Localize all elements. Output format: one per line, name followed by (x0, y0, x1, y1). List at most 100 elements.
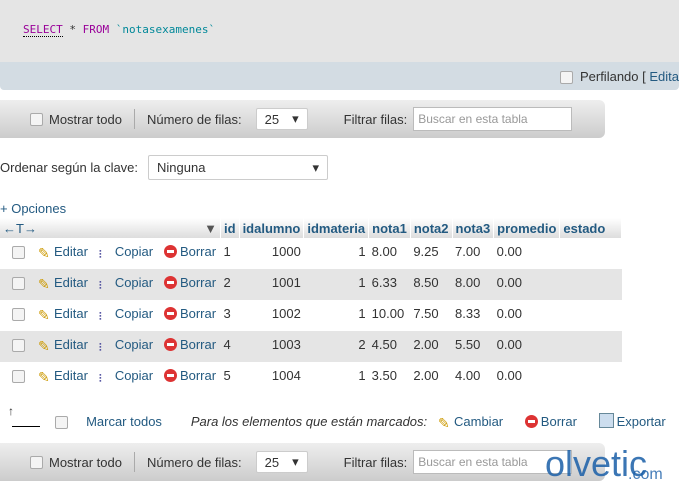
delete-row-button[interactable]: Borrar (180, 275, 216, 290)
table-cell[interactable]: 8.00 (452, 269, 494, 300)
table-cell[interactable]: 0.00 (493, 300, 560, 331)
show-all-checkbox[interactable] (30, 112, 43, 126)
column-header[interactable]: nota1 (368, 218, 411, 238)
sort-dropdown-icon[interactable]: ▼ (204, 221, 217, 236)
table-cell[interactable]: 4 (220, 331, 240, 362)
column-header[interactable]: nota2 (410, 218, 453, 238)
table-cell[interactable]: 1 (303, 300, 369, 331)
copy-row-button[interactable]: Copiar (115, 306, 153, 321)
table-cell[interactable]: 1 (220, 238, 240, 269)
row-checkbox[interactable] (12, 370, 25, 384)
table-cell[interactable]: 10.00 (368, 300, 411, 331)
row-checkbox[interactable] (12, 339, 25, 353)
copy-row-button[interactable]: Copiar (115, 244, 153, 259)
edit-row-button[interactable]: Editar (54, 368, 88, 383)
export-button[interactable]: Exportar (617, 414, 666, 429)
column-header[interactable]: id (220, 218, 240, 238)
table-cell[interactable]: 2 (220, 269, 240, 300)
table-cell[interactable] (559, 331, 622, 362)
edit-row-button[interactable]: Editar (54, 244, 88, 259)
column-header[interactable]: promedio (493, 218, 561, 238)
table-cell[interactable]: 1002 (239, 300, 304, 331)
rows-select[interactable]: 25 ▾ (255, 108, 308, 130)
column-header[interactable]: idmateria (303, 218, 370, 238)
table-cell[interactable]: 0.00 (493, 362, 560, 393)
delete-icon (163, 276, 177, 289)
sql-keyword: FROM (82, 23, 110, 36)
table-cell[interactable]: 1004 (239, 362, 304, 393)
table-cell[interactable]: 1 (303, 238, 369, 269)
column-header[interactable]: nota3 (452, 218, 495, 238)
column-header[interactable]: estado (559, 218, 623, 238)
change-button[interactable]: Cambiar (454, 414, 503, 429)
table-cell[interactable]: 3.50 (368, 362, 411, 393)
show-all-checkbox[interactable] (30, 455, 43, 469)
table-cell[interactable] (559, 300, 622, 331)
table-cell[interactable]: 5.50 (452, 331, 494, 362)
table-cell[interactable]: 8.00 (368, 238, 411, 269)
table-cell[interactable]: 0.00 (493, 269, 560, 300)
table-row: ✎ Editar ⫶ Copiar Borrar 2 1001 1 6.33 8.50 8.00… (0, 269, 622, 300)
rows-label: Número de filas: (146, 111, 242, 127)
table-cell[interactable]: 4.00 (452, 362, 494, 393)
copy-row-button[interactable]: Copiar (115, 275, 153, 290)
row-checkbox[interactable] (12, 277, 25, 291)
delete-selected-button[interactable]: Borrar (541, 414, 577, 429)
table-cell[interactable]: 6.33 (368, 269, 411, 300)
delete-icon (524, 415, 538, 428)
table-cell[interactable]: 0.00 (493, 238, 560, 269)
copy-icon: ⫶ (98, 342, 102, 354)
table-cell[interactable]: 2.00 (410, 331, 452, 362)
check-all-link[interactable]: Marcar todos (86, 414, 162, 429)
table-cell[interactable]: 7.50 (410, 300, 452, 331)
delete-row-button[interactable]: Borrar (180, 368, 216, 383)
delete-row-button[interactable]: Borrar (180, 306, 216, 321)
table-cell[interactable] (559, 362, 622, 393)
profiling-checkbox[interactable] (559, 71, 573, 85)
rows-select[interactable]: 25 ▾ (255, 451, 308, 473)
delete-row-button[interactable]: Borrar (180, 244, 216, 259)
sql-keyword[interactable]: SELECT (23, 23, 63, 37)
edit-row-button[interactable]: Editar (54, 275, 88, 290)
table-cell[interactable]: 1 (303, 269, 369, 300)
check-all-checkbox[interactable] (55, 416, 68, 430)
edit-row-button[interactable]: Editar (54, 306, 88, 321)
options-link[interactable]: + Opciones (0, 201, 66, 216)
row-checkbox[interactable] (12, 246, 25, 260)
sort-value: Ninguna (157, 160, 206, 175)
table-cell[interactable]: 3 (220, 300, 240, 331)
sort-label: Ordenar según la clave: (0, 160, 139, 175)
table-cell[interactable]: 4.50 (368, 331, 411, 362)
table-cell[interactable]: 9.25 (410, 238, 452, 269)
table-cell[interactable]: 1000 (239, 238, 304, 269)
copy-icon: ⫶ (98, 280, 102, 292)
table-cell[interactable]: 2 (303, 331, 369, 362)
table-cell[interactable] (559, 238, 622, 269)
filter-input[interactable]: Buscar en esta tabla (413, 107, 573, 131)
table-cell[interactable]: 5 (220, 362, 240, 393)
table-cell[interactable]: 2.00 (410, 362, 452, 393)
row-checkbox[interactable] (12, 308, 25, 322)
table-cell[interactable]: 0.00 (493, 331, 560, 362)
table-cell[interactable]: 1003 (239, 331, 304, 362)
copy-row-button[interactable]: Copiar (115, 368, 153, 383)
sort-select[interactable]: Ninguna ▾ (148, 155, 328, 180)
table-cell[interactable]: 8.33 (452, 300, 494, 331)
column-resize-arrows-icon[interactable]: ←T→ (3, 221, 37, 236)
edit-row-button[interactable]: Editar (54, 337, 88, 352)
watermark-domain: .com (628, 466, 663, 483)
copy-icon: ⫶ (98, 311, 102, 323)
delete-row-button[interactable]: Borrar (180, 337, 216, 352)
column-header[interactable]: idalumno (239, 218, 305, 238)
rows-value: 25 (264, 111, 280, 127)
table-cell[interactable]: 1001 (239, 269, 304, 300)
dropdown-arrow-icon: ▾ (292, 454, 299, 469)
copy-row-button[interactable]: Copiar (115, 337, 153, 352)
arrow-up-icon: ↑ (8, 404, 40, 427)
table-cell[interactable]: 7.00 (452, 238, 494, 269)
table-cell[interactable]: 1 (303, 362, 369, 393)
table-cell[interactable] (559, 269, 622, 300)
table-cell[interactable]: 8.50 (410, 269, 452, 300)
edit-link[interactable]: Edita (649, 69, 679, 84)
column-toggle-header: ←T→ ▼ (0, 218, 221, 238)
